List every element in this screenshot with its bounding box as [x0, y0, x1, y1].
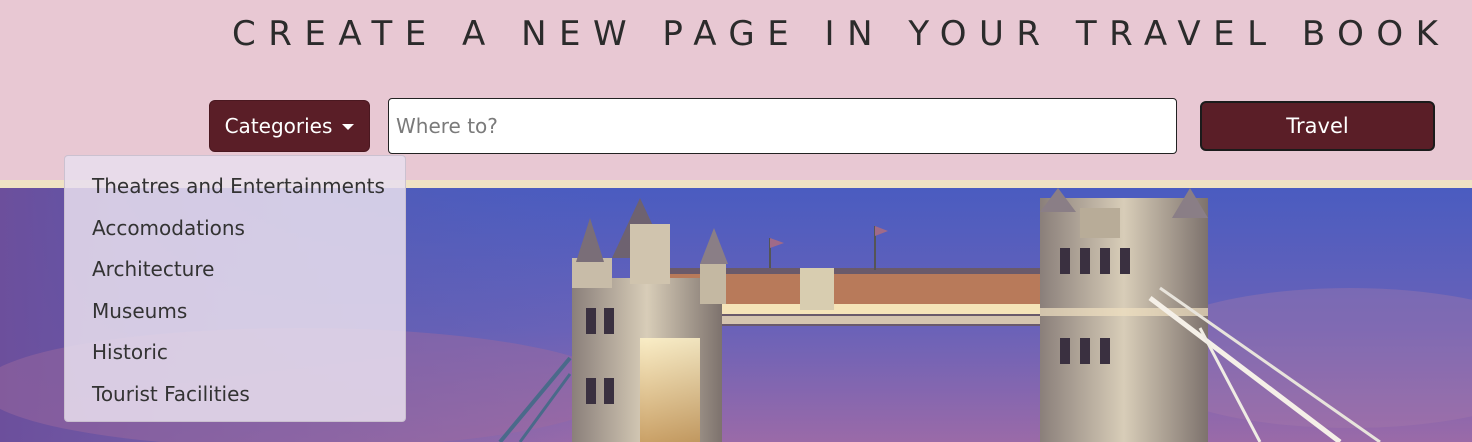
dropdown-item-architecture[interactable]: Architecture [65, 249, 405, 291]
dropdown-item-accomodations[interactable]: Accomodations [65, 208, 405, 250]
dropdown-item-historic[interactable]: Historic [65, 332, 405, 374]
dropdown-item-theatres[interactable]: Theatres and Entertainments [65, 166, 405, 208]
search-input[interactable] [388, 98, 1177, 154]
categories-button-label: Categories [224, 114, 333, 138]
travel-button[interactable]: Travel [1200, 101, 1435, 151]
page-title: CREATE A NEW PAGE IN YOUR TRAVEL BOOK [232, 14, 1451, 54]
page: CREATE A NEW PAGE IN YOUR TRAVEL BOOK Ca… [0, 0, 1472, 442]
header-band: CREATE A NEW PAGE IN YOUR TRAVEL BOOK Ca… [0, 0, 1472, 180]
categories-dropdown-menu: Theatres and Entertainments Accomodation… [64, 155, 406, 422]
dropdown-item-museums[interactable]: Museums [65, 291, 405, 333]
categories-dropdown-button[interactable]: Categories [209, 100, 370, 152]
caret-down-icon [342, 124, 355, 130]
dropdown-item-tourist-facilities[interactable]: Tourist Facilities [65, 374, 405, 416]
